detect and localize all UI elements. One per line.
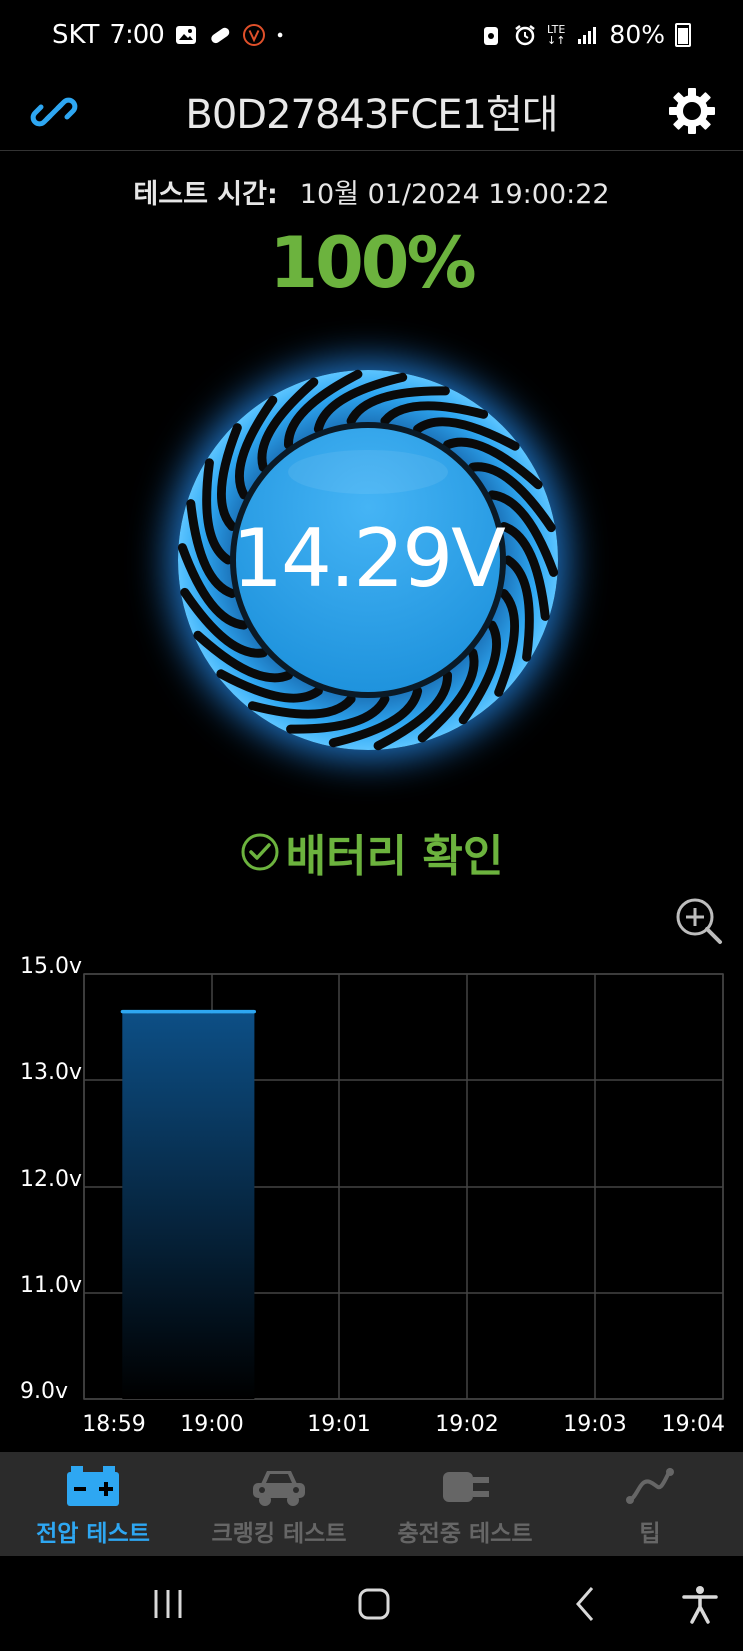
series-point xyxy=(146,1010,150,1014)
battery-status: 배터리 확인 xyxy=(0,820,743,884)
x-tick-label: 19:02 xyxy=(435,1412,498,1437)
tab-tips[interactable]: 팁 xyxy=(557,1452,743,1556)
voltage-reading: 14.29V xyxy=(232,512,506,605)
home-icon[interactable] xyxy=(354,1584,394,1624)
series-area xyxy=(122,1011,255,1399)
chart-y-labels: 15.0v 13.0v 12.0v 11.0v 9.0v xyxy=(20,954,82,1404)
x-tick-label: 19:01 xyxy=(307,1412,370,1437)
car-icon xyxy=(253,1471,305,1506)
carrier-label: SKT xyxy=(52,20,100,50)
charge-percent: 100% xyxy=(269,222,476,304)
bottom-nav: 전압 테스트 크랭킹 테스트 충전중 테스트 팁 xyxy=(0,1452,743,1556)
voltage-chart: 15.0v 13.0v 12.0v 11.0v 9.0v 18:59 19:00 19:01… xyxy=(20,954,725,1437)
tab-cranking-test-label: 크랭킹 테스트 xyxy=(211,1521,347,1547)
series-point xyxy=(242,1010,246,1014)
zoom-in-icon[interactable] xyxy=(674,896,724,946)
alarm-icon xyxy=(515,24,535,45)
system-nav xyxy=(0,1556,743,1651)
chart-x-labels: 18:59 19:00 19:01 19:02 19:03 19:04 xyxy=(82,1412,725,1437)
status-bar: SKT 7:00 LTE ↓↑ 80% xyxy=(0,0,743,76)
x-tick-label: 19:00 xyxy=(180,1412,243,1437)
series-point xyxy=(210,1010,214,1014)
series-point xyxy=(252,1010,256,1014)
lock-saver-icon xyxy=(483,26,498,45)
tab-voltage-test-label: 전압 테스트 xyxy=(36,1521,150,1547)
battery-percent: 80% xyxy=(609,20,665,49)
y-tick-label: 11.0v xyxy=(20,1273,82,1298)
plug-icon xyxy=(443,1472,489,1502)
status-right: LTE ↓↑ 80% xyxy=(479,20,691,49)
clock: 7:00 xyxy=(109,20,164,50)
battery-icon xyxy=(675,22,691,47)
y-tick-label: 15.0v xyxy=(20,954,82,979)
chart-series xyxy=(120,1009,256,1399)
x-tick-label: 19:03 xyxy=(563,1412,626,1437)
y-tick-label: 9.0v xyxy=(20,1379,68,1404)
network-label: LTE xyxy=(547,22,566,36)
tab-charging-test-label: 충전중 테스트 xyxy=(397,1521,533,1547)
x-tick-label: 19:04 xyxy=(662,1412,725,1437)
accessibility-icon[interactable] xyxy=(680,1584,720,1624)
back-icon[interactable] xyxy=(566,1584,606,1624)
tab-voltage-test[interactable]: 전압 테스트 xyxy=(0,1452,186,1556)
check-circle-icon xyxy=(241,833,279,871)
y-tick-label: 13.0v xyxy=(20,1060,82,1085)
battery-status-text: 배터리 확인 xyxy=(285,831,504,882)
signal-icon xyxy=(578,26,597,44)
app-header: B0D27843FCE1현대 xyxy=(0,76,743,151)
x-tick-label: 18:59 xyxy=(82,1412,145,1437)
test-time-value: 10월 01/2024 19:00:22 xyxy=(299,179,610,210)
gallery-icon xyxy=(175,26,196,44)
tab-charging-test[interactable]: 충전중 테스트 xyxy=(372,1452,558,1556)
trend-icon xyxy=(626,1468,674,1504)
test-time-label: 테스트 시간: xyxy=(133,179,278,210)
series-point xyxy=(178,1010,182,1014)
tab-tips-label: 팁 xyxy=(639,1521,661,1547)
gear-icon[interactable] xyxy=(667,86,717,136)
series-point xyxy=(120,1010,124,1014)
recent-apps-icon[interactable] xyxy=(148,1584,188,1624)
test-time-row: 테스트 시간: 10월 01/2024 19:00:22 xyxy=(0,172,743,211)
battery-icon xyxy=(67,1466,119,1506)
v-badge-icon xyxy=(242,24,265,46)
pill-icon xyxy=(211,27,230,44)
status-left: SKT 7:00 xyxy=(52,20,290,50)
tab-cranking-test[interactable]: 크랭킹 테스트 xyxy=(186,1452,372,1556)
page-title: B0D27843FCE1현대 xyxy=(185,92,558,138)
lte-icon: LTE ↓↑ xyxy=(546,22,566,47)
dot-icon xyxy=(277,32,283,38)
y-tick-label: 12.0v xyxy=(20,1167,82,1192)
